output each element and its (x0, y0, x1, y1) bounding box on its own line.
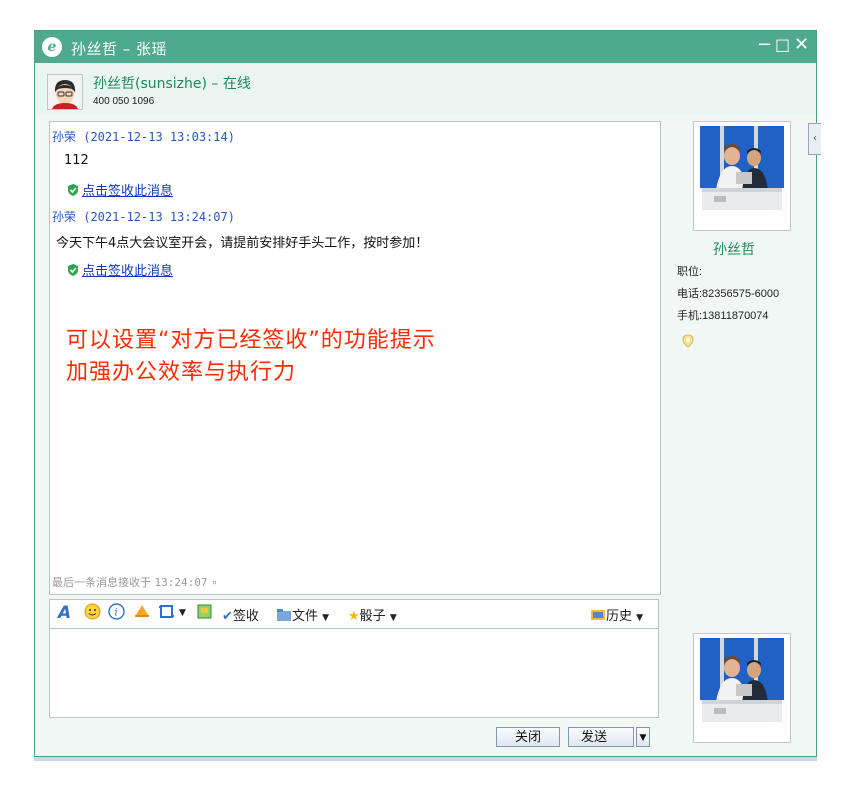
file-label[interactable]: 文件 (292, 609, 318, 624)
folder-icon (277, 609, 291, 621)
star-icon: ★ (348, 609, 360, 624)
chat-window: e 孙丝哲 – 张瑶 − □ ✕ 孙丝哲(sunsizhe) – 在线 400 … (34, 30, 821, 757)
app-logo-icon: e (42, 37, 62, 57)
contact-photo (693, 121, 791, 231)
message-body: 112 (64, 153, 89, 168)
dice-button[interactable]: ★骰子 ▼ (348, 605, 397, 624)
promo-line-2: 加强办公效率与执行力 (66, 360, 297, 385)
sign-link-text[interactable]: 点击签收此消息 (82, 184, 173, 199)
window-bottom-edge (34, 757, 817, 761)
collapse-panel-tab[interactable]: ‹ (808, 123, 821, 155)
history-label[interactable]: 历史 (606, 609, 632, 624)
sign-link-text[interactable]: 点击签收此消息 (82, 264, 173, 279)
close-button[interactable]: 关闭 (496, 727, 560, 747)
svg-text:i: i (115, 608, 118, 619)
send-button[interactable]: 发送 (568, 727, 634, 747)
status-dot-icon: ∘ (210, 576, 218, 589)
sign-label[interactable]: 签收 (233, 609, 259, 624)
history-button[interactable]: 历史 ▼ (590, 605, 643, 624)
profile-name: 孙丝哲 (713, 242, 755, 258)
image-icon[interactable] (196, 603, 213, 624)
maximize-button[interactable]: □ (775, 35, 790, 54)
message-header: 孙荣 (2021-12-13 13:24:07) (52, 210, 235, 224)
window-title: 孙丝哲 – 张瑶 (71, 40, 168, 58)
location-pin-icon[interactable] (682, 334, 694, 352)
minimize-button[interactable]: − (757, 34, 772, 55)
file-button[interactable]: 文件 ▼ (276, 605, 329, 624)
shield-check-icon (66, 183, 80, 201)
contact-header: 孙丝哲(sunsizhe) – 在线 400 050 1096 (35, 63, 816, 115)
send-options-button[interactable]: ▼ (636, 727, 650, 747)
sign-message-link[interactable]: 点击签收此消息 (66, 260, 173, 281)
contact-name-status[interactable]: 孙丝哲(sunsizhe) – 在线 (93, 73, 251, 93)
last-received-time: 13:24:07 (154, 576, 208, 589)
profile-phone: 电话:82356575-6000 (677, 288, 780, 300)
self-photo (693, 633, 791, 743)
send-label[interactable]: 发送 (581, 730, 607, 745)
message-history[interactable]: 孙荣 (2021-12-13 13:03:14) 112 点击签收此消息 孙荣 … (49, 121, 661, 595)
screenshot-icon[interactable] (158, 603, 175, 624)
avatar[interactable] (47, 74, 83, 110)
chevron-down-icon[interactable]: ▼ (179, 608, 186, 618)
message-header: 孙荣 (2021-12-13 13:03:14) (52, 130, 235, 144)
profile-position: 职位: (677, 266, 703, 278)
title-bar[interactable]: e 孙丝哲 – 张瑶 − □ ✕ (35, 31, 816, 63)
promo-line-1: 可以设置“对方已经签收”的功能提示 (66, 328, 436, 353)
chevron-down-icon[interactable]: ▼ (390, 613, 397, 623)
emoji-icon[interactable] (84, 603, 101, 624)
sign-message-link[interactable]: 点击签收此消息 (66, 180, 173, 201)
last-received-label: 最后一条消息接收于 (52, 576, 151, 589)
message-body: 今天下午4点大会议室开会，请提前安排好手头工作，按时参加！ (56, 236, 429, 251)
shake-icon[interactable]: i (108, 603, 125, 624)
close-window-button[interactable]: ✕ (794, 34, 809, 55)
shield-check-icon (66, 263, 80, 281)
history-icon (591, 610, 605, 620)
dice-label[interactable]: 骰子 (360, 609, 386, 624)
sign-receipt-button[interactable]: ✔签收 (222, 605, 259, 624)
input-toolbar: A i ▼ ✔签收 文件 ▼ ★骰子 ▼ 历史 ▼ (49, 599, 659, 629)
profile-mobile: 手机:13811870074 (677, 310, 769, 322)
chevron-down-icon[interactable]: ▼ (322, 613, 329, 623)
chevron-down-icon[interactable]: ▼ (636, 613, 643, 623)
message-input[interactable] (49, 629, 659, 718)
last-received-status: 最后一条消息接收于 13:24:07 ∘ (52, 574, 218, 590)
bell-icon[interactable] (133, 603, 151, 624)
contact-phone: 400 050 1096 (93, 96, 155, 107)
font-icon[interactable]: A (58, 603, 71, 623)
checkmark-icon: ✔ (222, 609, 233, 624)
